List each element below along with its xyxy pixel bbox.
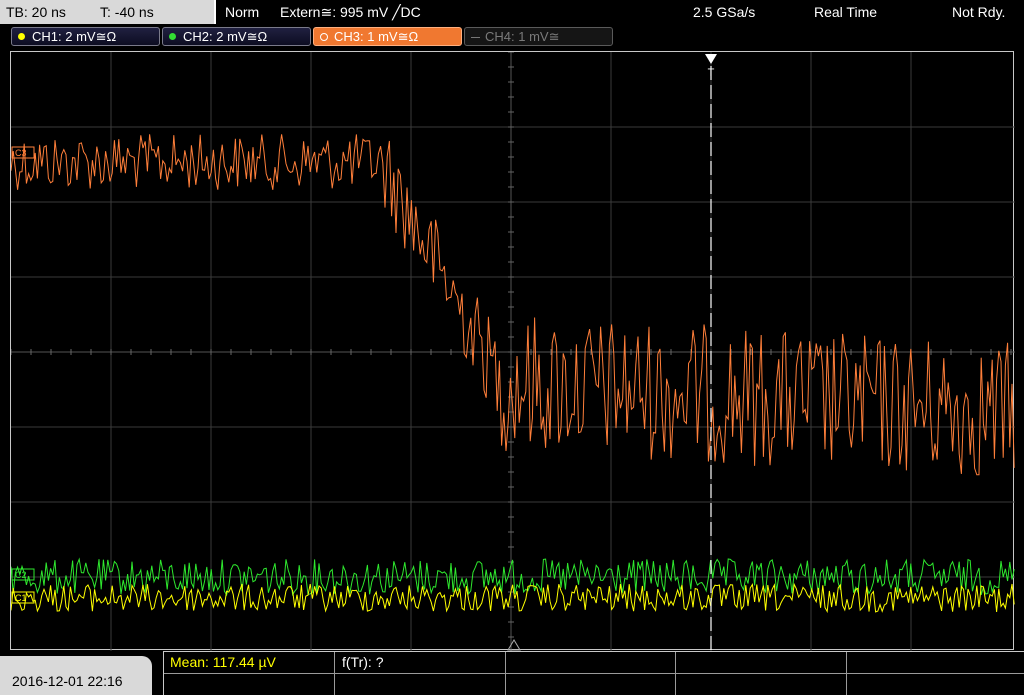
acquisition-mode: Real Time [814, 4, 878, 20]
horizontal-position-icon [507, 639, 521, 651]
trigger-time-readout[interactable]: T: -40 ns [100, 4, 154, 20]
waveform-canvas: T C3 C2 C1 [11, 52, 1015, 651]
trigger-mode[interactable]: Norm [225, 4, 259, 20]
ch2-marker-text: C2 [15, 570, 27, 580]
measurement-divider [164, 673, 1024, 674]
trigger-marker-label: T [708, 67, 715, 79]
trigger-panel: Norm Extern≅: 995 mV ╱DC 2.5 GSa/s Real … [217, 0, 1024, 24]
tab-ch4[interactable]: CH4: 1 mV≅ [464, 27, 613, 46]
mean-measurement[interactable]: Mean: 117.44 µV [170, 654, 276, 670]
ch3-level-marker[interactable]: C3 [11, 146, 35, 159]
ch1-dot-icon [18, 33, 25, 40]
ch2-level-marker[interactable]: C2 [11, 568, 35, 581]
ch2-label: CH2: 2 mV≅Ω [183, 29, 268, 44]
timebase-panel[interactable]: TB: 20 ns T: -40 ns [0, 0, 216, 24]
ch1-level-marker[interactable]: C1 [11, 591, 35, 604]
sample-rate: 2.5 GSa/s [693, 4, 756, 20]
measurement-panel: Mean: 117.44 µV f(Tr): ? [163, 651, 1024, 695]
measurement-divider [334, 652, 335, 695]
ch1-marker-text: C1 [15, 593, 27, 603]
tab-ch3[interactable]: CH3: 1 mV≅Ω [313, 27, 462, 46]
ch3-label: CH3: 1 mV≅Ω [334, 29, 419, 44]
trigger-arrow-icon[interactable] [705, 54, 717, 64]
ch3-marker-text: C3 [15, 148, 27, 158]
tab-ch2[interactable]: CH2: 2 mV≅Ω [162, 27, 311, 46]
ch4-label: CH4: 1 mV≅ [485, 29, 560, 44]
ch1-label: CH1: 2 mV≅Ω [32, 29, 117, 44]
waveform-display[interactable]: T C3 C2 C1 [10, 51, 1015, 651]
channel-tabs: CH1: 2 mV≅Ω CH2: 2 mV≅Ω CH3: 1 mV≅Ω CH4:… [0, 25, 1024, 49]
timebase-readout[interactable]: TB: 20 ns [6, 4, 66, 20]
ch2-dot-icon [169, 33, 176, 40]
ch1-trace [11, 582, 1015, 614]
run-state: Not Rdy. [952, 4, 1006, 20]
datetime-text: 2016-12-01 22:16 [12, 673, 123, 689]
ch3-trace [11, 134, 1015, 476]
tab-ch1[interactable]: CH1: 2 mV≅Ω [11, 27, 160, 46]
ch4-off-icon [471, 37, 480, 38]
ch3-dot-icon [320, 33, 328, 41]
status-bar: TB: 20 ns T: -40 ns Norm Extern≅: 995 mV… [0, 0, 1024, 25]
measurement-divider [846, 652, 847, 695]
measurement-divider [675, 652, 676, 695]
datetime-panel: 2016-12-01 22:16 [0, 656, 152, 695]
measurement-divider [505, 652, 506, 695]
trigger-source[interactable]: Extern≅: 995 mV ╱DC [280, 4, 421, 21]
rise-frequency-measurement[interactable]: f(Tr): ? [342, 654, 383, 670]
